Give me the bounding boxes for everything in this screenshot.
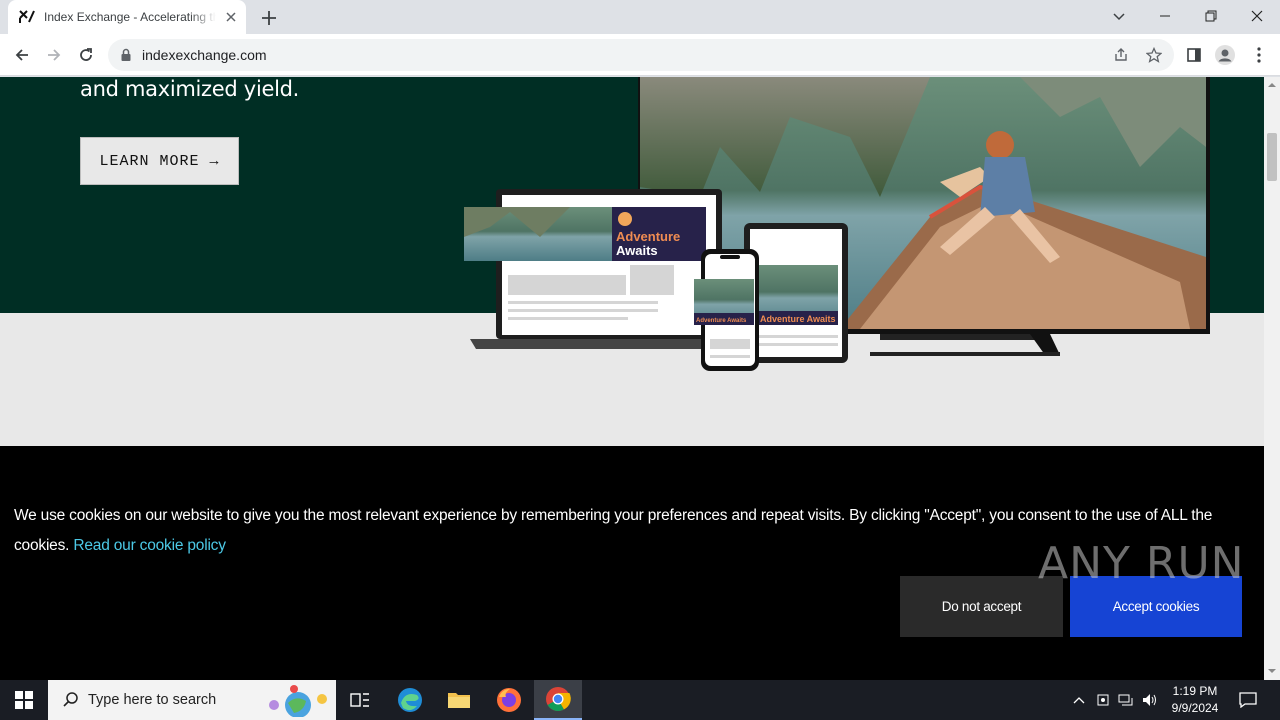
taskbar-clock[interactable]: 1:19 PM 9/9/2024 bbox=[1160, 683, 1230, 717]
meet-now-tray[interactable] bbox=[1092, 680, 1114, 720]
bookmark-star-icon[interactable] bbox=[1146, 47, 1162, 63]
chevron-down-icon bbox=[1113, 13, 1125, 21]
avatar-icon bbox=[1215, 45, 1235, 65]
notifications-button[interactable] bbox=[1234, 680, 1262, 720]
taskbar-search-box[interactable]: Type here to search bbox=[48, 680, 336, 720]
close-window-button[interactable] bbox=[1234, 0, 1280, 32]
folder-icon bbox=[448, 693, 470, 708]
notification-icon bbox=[1239, 692, 1257, 708]
edge-app[interactable] bbox=[386, 680, 434, 720]
url-text[interactable]: indexexchange.com bbox=[142, 47, 267, 63]
minimize-button[interactable] bbox=[1142, 0, 1188, 32]
anyrun-watermark: ANY RUN bbox=[1038, 538, 1245, 589]
close-tab-icon[interactable] bbox=[224, 10, 238, 24]
search-placeholder: Type here to search bbox=[88, 692, 217, 708]
lock-icon[interactable] bbox=[120, 48, 132, 62]
tablet-ad-text: Adventure Awaits bbox=[760, 314, 836, 324]
file-explorer-app[interactable] bbox=[435, 680, 483, 720]
tab-search-button[interactable] bbox=[1096, 0, 1142, 32]
chrome-app[interactable] bbox=[534, 680, 582, 720]
speaker-icon bbox=[1143, 694, 1156, 706]
windows-logo-icon bbox=[15, 691, 33, 709]
volume-tray[interactable] bbox=[1139, 680, 1161, 720]
meet-now-icon bbox=[1097, 694, 1109, 706]
clock-date: 9/9/2024 bbox=[1171, 701, 1219, 715]
reload-button[interactable] bbox=[75, 44, 97, 66]
tablet-device: Adventure Awaits bbox=[744, 223, 848, 363]
browser-toolbar: indexexchange.com bbox=[0, 34, 1280, 76]
address-bar[interactable]: indexexchange.com bbox=[108, 39, 1174, 71]
laptop-ad-subline: Awaits bbox=[616, 243, 658, 258]
chrome-icon bbox=[546, 687, 571, 712]
side-panel-button[interactable] bbox=[1183, 44, 1205, 66]
share-icon[interactable] bbox=[1113, 47, 1129, 63]
back-button[interactable] bbox=[11, 44, 33, 66]
restore-button[interactable] bbox=[1188, 0, 1234, 32]
restore-icon bbox=[1205, 10, 1217, 22]
task-view-button[interactable] bbox=[336, 680, 384, 720]
browser-tab[interactable]: Index Exchange - Accelerating the bbox=[8, 0, 246, 34]
new-tab-icon[interactable] bbox=[258, 7, 280, 29]
page-scrollbar[interactable] bbox=[1264, 77, 1280, 680]
chrome-menu-button[interactable] bbox=[1248, 44, 1270, 66]
minimize-icon bbox=[1160, 15, 1170, 17]
cookie-policy-link[interactable]: Read our cookie policy bbox=[73, 537, 226, 554]
learn-more-button[interactable]: LEARN MORE → bbox=[80, 137, 239, 185]
index-exchange-favicon-icon bbox=[19, 10, 35, 23]
hero-text: and maximized yield. bbox=[80, 77, 300, 101]
tab-title: Index Exchange - Accelerating the bbox=[44, 10, 216, 24]
firefox-app[interactable] bbox=[485, 680, 533, 720]
search-highlight-icon bbox=[269, 685, 327, 717]
phone-ad-text: Adventure Awaits bbox=[696, 318, 747, 324]
page-viewport: and maximized yield. LEARN MORE → Advent… bbox=[0, 77, 1264, 680]
scroll-thumb[interactable] bbox=[1267, 133, 1277, 181]
search-icon bbox=[63, 692, 78, 707]
show-hidden-icons-button[interactable] bbox=[1068, 680, 1090, 720]
task-view-icon bbox=[350, 693, 369, 707]
firefox-icon bbox=[497, 688, 521, 712]
phone-device: Adventure Awaits bbox=[694, 249, 759, 371]
laptop-ad-headline: Adventure bbox=[616, 229, 680, 244]
network-tray[interactable] bbox=[1115, 680, 1137, 720]
reload-icon bbox=[80, 48, 92, 61]
windows-taskbar: Type here to search 1:19 PM 9/9/2024 bbox=[0, 680, 1280, 720]
tab-strip: Index Exchange - Accelerating the bbox=[0, 0, 1280, 34]
chevron-up-icon bbox=[1073, 697, 1085, 704]
side-panel-icon bbox=[1187, 48, 1201, 62]
profile-button[interactable] bbox=[1214, 44, 1236, 66]
devices-illustration: Adventure Awaits Adventure Awaits Advent… bbox=[464, 77, 1210, 371]
forward-button[interactable] bbox=[43, 44, 65, 66]
edge-icon bbox=[398, 688, 422, 712]
close-icon bbox=[1251, 10, 1263, 22]
scroll-up-icon[interactable] bbox=[1268, 81, 1276, 89]
network-icon bbox=[1118, 694, 1133, 706]
kebab-menu-icon bbox=[1257, 47, 1261, 63]
arrow-right-icon bbox=[48, 49, 61, 61]
arrow-left-icon bbox=[15, 49, 28, 61]
scroll-down-icon[interactable] bbox=[1268, 667, 1276, 675]
clock-time: 1:19 PM bbox=[1172, 684, 1218, 698]
start-button[interactable] bbox=[0, 680, 48, 720]
